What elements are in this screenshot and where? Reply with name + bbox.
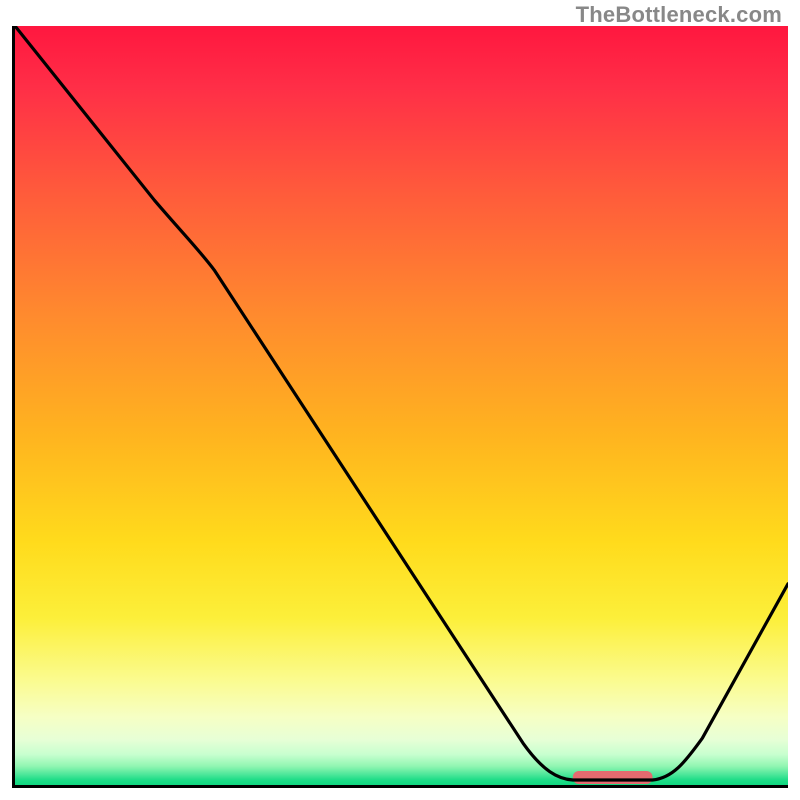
bottleneck-chart: TheBottleneck.com: [0, 0, 800, 800]
plot-area: [12, 26, 788, 788]
curve-layer: [15, 26, 788, 785]
optimal-marker: [573, 771, 653, 784]
attribution-label: TheBottleneck.com: [576, 2, 782, 28]
bottleneck-curve-path: [15, 26, 788, 780]
